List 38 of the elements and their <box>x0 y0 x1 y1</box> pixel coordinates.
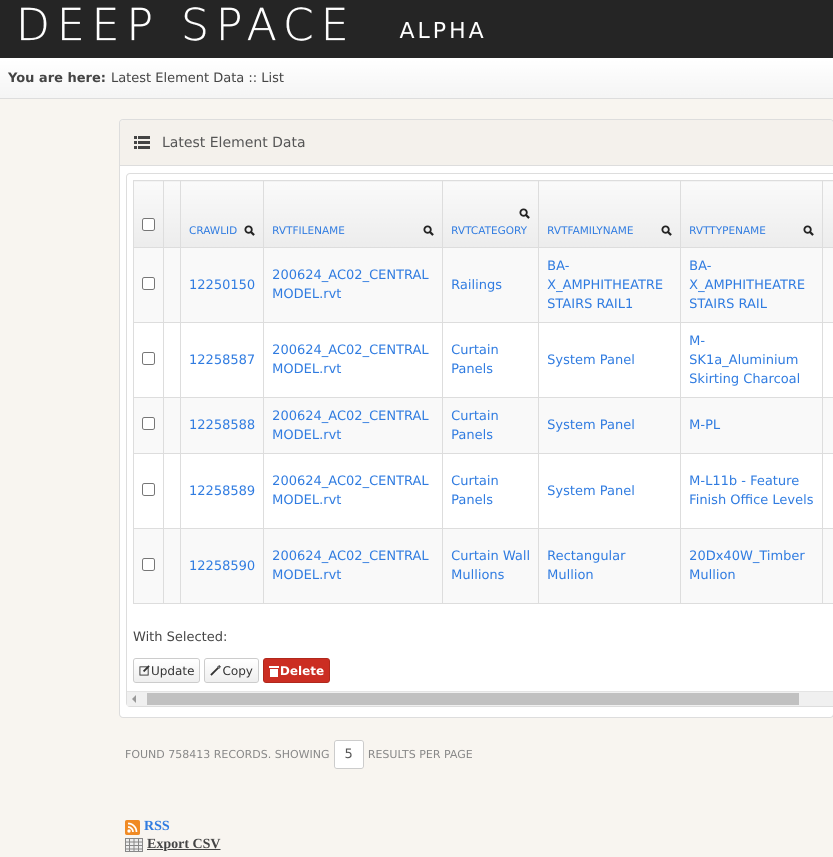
row-checkbox[interactable] <box>142 276 155 290</box>
breadcrumb-path: Latest Element Data :: List <box>110 70 284 86</box>
column-header[interactable]: RVTFILENAME <box>272 225 345 237</box>
rss-icon <box>125 820 140 834</box>
csv-link[interactable]: Export CSV <box>147 837 221 853</box>
trash-icon <box>268 664 279 676</box>
list-icon <box>134 136 150 149</box>
row-checkbox[interactable] <box>142 558 155 570</box>
row-checkbox[interactable] <box>142 352 155 364</box>
bulk-actions-label: With Selected: <box>133 630 228 645</box>
wand-icon <box>210 665 222 676</box>
search-icon[interactable] <box>803 225 814 236</box>
row-checkbox[interactable] <box>142 417 155 430</box>
row-checkbox[interactable] <box>142 482 155 496</box>
scroll-left-arrow-icon[interactable] <box>131 695 137 703</box>
panel-title: Latest Element Data <box>162 134 306 150</box>
update-button[interactable]: Update <box>133 658 200 683</box>
edit-icon <box>139 665 150 676</box>
search-icon[interactable] <box>244 225 256 236</box>
search-icon[interactable] <box>423 225 434 236</box>
column-header[interactable]: RVTFAMILYNAME <box>547 225 634 237</box>
logo: DEEP SPACE <box>16 4 356 48</box>
search-icon[interactable] <box>661 225 672 236</box>
delete-button[interactable]: Delete <box>262 658 330 683</box>
select-all-checkbox[interactable] <box>142 218 155 231</box>
search-icon[interactable] <box>519 208 530 219</box>
records-count-text: FOUND 758413 RECORDS. SHOWING <box>125 748 330 761</box>
column-header[interactable]: RVTCATEGORY <box>451 225 528 237</box>
edition-label: ALPHA <box>400 20 487 44</box>
breadcrumb-label: You are here: <box>8 70 106 86</box>
copy-button[interactable]: Copy <box>204 658 259 683</box>
column-header[interactable]: CRAWLID <box>189 225 238 237</box>
rss-link[interactable]: RSS <box>144 819 170 835</box>
column-header[interactable]: RVTTYPENAME <box>689 225 766 237</box>
per-page-field[interactable]: 5 <box>334 740 364 769</box>
horizontal-scrollbar[interactable] <box>127 691 833 706</box>
table-icon <box>125 838 143 852</box>
per-page-label: RESULTS PER PAGE <box>368 748 473 761</box>
